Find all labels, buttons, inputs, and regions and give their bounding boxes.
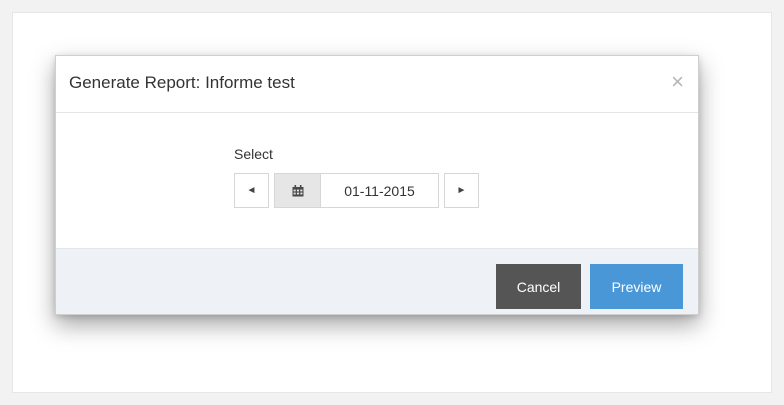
preview-button[interactable]: Preview (590, 264, 683, 309)
dialog-title: Generate Report: Informe test (69, 73, 295, 92)
arrow-left-icon: ◄ (246, 185, 257, 196)
prev-date-button[interactable]: ◄ (234, 173, 269, 208)
next-date-button[interactable]: ► (444, 173, 479, 208)
dialog-body: Select ◄ ► (56, 113, 698, 248)
generate-report-dialog: Generate Report: Informe test × Select ◄ (55, 55, 699, 315)
select-label: Select (234, 146, 273, 162)
date-input[interactable] (320, 173, 439, 208)
calendar-addon[interactable] (274, 173, 320, 208)
date-picker: ◄ ► (234, 173, 479, 208)
dialog-header: Generate Report: Informe test × (56, 56, 698, 113)
cancel-button[interactable]: Cancel (496, 264, 581, 309)
dialog-footer: Cancel Preview (56, 248, 698, 314)
arrow-right-icon: ► (456, 185, 467, 196)
calendar-icon (292, 184, 303, 196)
close-icon[interactable]: × (671, 71, 684, 93)
